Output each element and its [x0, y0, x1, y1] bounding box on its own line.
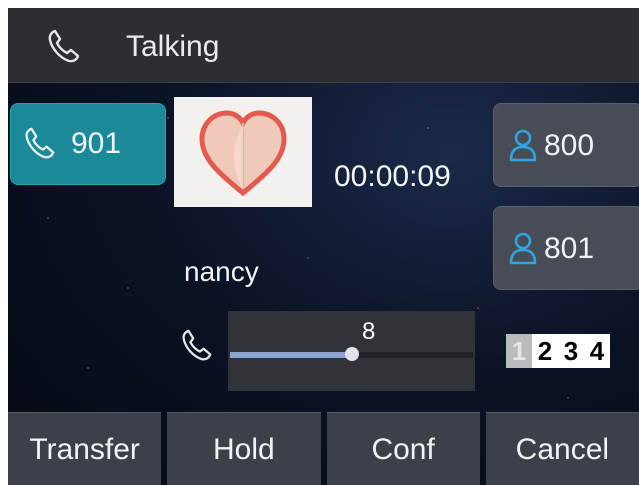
dss-number: 800	[544, 129, 595, 162]
volume-fill	[230, 352, 352, 358]
dss-key-800[interactable]: 800	[493, 103, 639, 187]
page-4[interactable]: 4	[584, 334, 610, 368]
person-icon	[508, 231, 538, 265]
dss-key-801[interactable]: 801	[493, 206, 639, 290]
phone-handset-icon	[23, 126, 57, 160]
transfer-button[interactable]: Transfer	[8, 412, 162, 485]
volume-slider[interactable]	[230, 347, 473, 361]
contact-avatar	[174, 97, 312, 207]
cancel-button[interactable]: Cancel	[485, 412, 639, 485]
volume-value: 8	[362, 318, 376, 345]
page-3[interactable]: 3	[558, 334, 584, 368]
phone-handset-icon	[46, 28, 82, 64]
page-indicator: 1 2 3 4	[506, 334, 610, 368]
line-key-901[interactable]: 901	[10, 103, 166, 185]
volume-panel: 8	[228, 311, 475, 391]
volume-handle[interactable]	[345, 347, 359, 361]
line-number: 901	[71, 127, 122, 160]
phone-screen: Talking 901 00:00:09 nancy 800 801 8 1 2…	[8, 8, 639, 485]
call-status: Talking	[126, 30, 220, 63]
call-timer: 00:00:09	[334, 160, 451, 193]
phone-handset-icon	[180, 328, 214, 362]
person-icon	[508, 128, 538, 162]
page-1[interactable]: 1	[506, 334, 532, 368]
softkey-bar: Transfer Hold Conf Cancel	[8, 412, 639, 485]
status-bar: Talking	[8, 8, 639, 83]
contact-name: nancy	[184, 256, 259, 287]
hold-button[interactable]: Hold	[167, 412, 321, 485]
dss-number: 801	[544, 232, 595, 265]
heart-avatar-icon	[199, 110, 287, 197]
page-2[interactable]: 2	[532, 334, 558, 368]
conference-button[interactable]: Conf	[326, 412, 480, 485]
